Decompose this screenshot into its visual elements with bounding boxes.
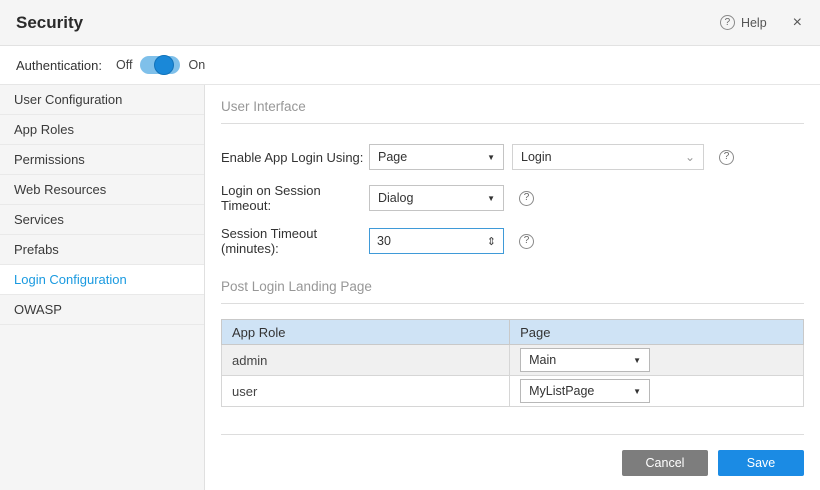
admin-page-select[interactable]: Main ▼ [520,348,650,372]
save-button[interactable]: Save [718,450,804,476]
footer-buttons: Cancel Save [221,450,804,476]
login-type-select[interactable]: Page ▼ [369,144,504,170]
toggle-on-label: On [188,58,205,72]
chevron-down-icon: ⌄ [685,154,695,160]
post-login-section: Post Login Landing Page App Role Page ad… [221,279,804,407]
column-header-app-role: App Role [222,320,510,345]
authentication-label: Authentication: [16,58,102,73]
authentication-toggle[interactable] [140,56,180,74]
session-timeout-type-label: Login on Session Timeout: [221,183,369,213]
caret-down-icon: ▼ [633,356,641,365]
sidebar-item-owasp[interactable]: OWASP [0,295,204,325]
session-timeout-value: 30 [377,234,391,248]
sidebar-item-user-configuration[interactable]: User Configuration [0,85,204,115]
security-dialog: Security ? Help × Authentication: Off On… [0,0,820,490]
post-login-table: App Role Page admin Main ▼ [221,319,804,407]
footer-divider [221,434,804,435]
user-page-select[interactable]: MyListPage ▼ [520,379,650,403]
main-content: User Interface Enable App Login Using: P… [205,85,820,490]
section-title-post-login: Post Login Landing Page [221,279,804,294]
help-icon[interactable]: ? [519,234,534,249]
dialog-body: User Configuration App Roles Permissions… [0,85,820,490]
table-header-row: App Role Page [222,320,804,345]
section-divider [221,123,804,124]
table-row: admin Main ▼ [222,345,804,376]
column-header-page: Page [510,320,804,345]
page-cell: Main ▼ [510,345,804,376]
help-icon: ? [720,15,735,30]
sidebar-item-permissions[interactable]: Permissions [0,145,204,175]
sidebar-item-prefabs[interactable]: Prefabs [0,235,204,265]
table-row: user MyListPage ▼ [222,376,804,407]
help-label: Help [741,16,767,30]
enable-app-login-label: Enable App Login Using: [221,150,369,165]
sidebar-item-app-roles[interactable]: App Roles [0,115,204,145]
caret-down-icon: ▼ [487,153,495,162]
form-row-enable-app-login: Enable App Login Using: Page ▼ Login ⌄ ? [221,144,804,170]
sidebar-item-services[interactable]: Services [0,205,204,235]
dialog-footer: Cancel Save [221,434,804,476]
sidebar-item-login-configuration[interactable]: Login Configuration [0,265,204,295]
dialog-header: Security ? Help × [0,0,820,46]
form-row-session-timeout-minutes: Session Timeout (minutes): 30 ⇕ ? [221,226,804,256]
cancel-button[interactable]: Cancel [622,450,708,476]
user-page-value: MyListPage [529,384,594,398]
page-title: Security [16,13,83,33]
help-icon[interactable]: ? [519,191,534,206]
toggle-off-label: Off [116,58,132,72]
session-timeout-type-value: Dialog [378,191,413,205]
caret-down-icon: ▼ [633,387,641,396]
session-timeout-minutes-label: Session Timeout (minutes): [221,226,369,256]
user-interface-form: Enable App Login Using: Page ▼ Login ⌄ ?… [221,144,804,269]
role-cell-user: user [222,376,510,407]
settings-sidebar: User Configuration App Roles Permissions… [0,85,205,490]
role-cell-admin: admin [222,345,510,376]
login-page-combo[interactable]: Login ⌄ [512,144,704,170]
page-cell: MyListPage ▼ [510,376,804,407]
login-page-value: Login [521,150,552,164]
close-icon[interactable]: × [793,15,802,31]
caret-down-icon: ▼ [487,194,495,203]
session-timeout-type-select[interactable]: Dialog ▼ [369,185,504,211]
session-timeout-input[interactable]: 30 ⇕ [369,228,504,254]
help-icon[interactable]: ? [719,150,734,165]
login-type-value: Page [378,150,407,164]
stepper-icon[interactable]: ⇕ [487,235,496,248]
admin-page-value: Main [529,353,556,367]
toggle-knob [154,55,174,75]
form-row-session-timeout-type: Login on Session Timeout: Dialog ▼ ? [221,183,804,213]
authentication-row: Authentication: Off On [0,46,820,85]
section-title-user-interface: User Interface [221,99,804,114]
help-button[interactable]: ? Help [720,15,767,30]
sidebar-item-web-resources[interactable]: Web Resources [0,175,204,205]
section-divider [221,303,804,304]
